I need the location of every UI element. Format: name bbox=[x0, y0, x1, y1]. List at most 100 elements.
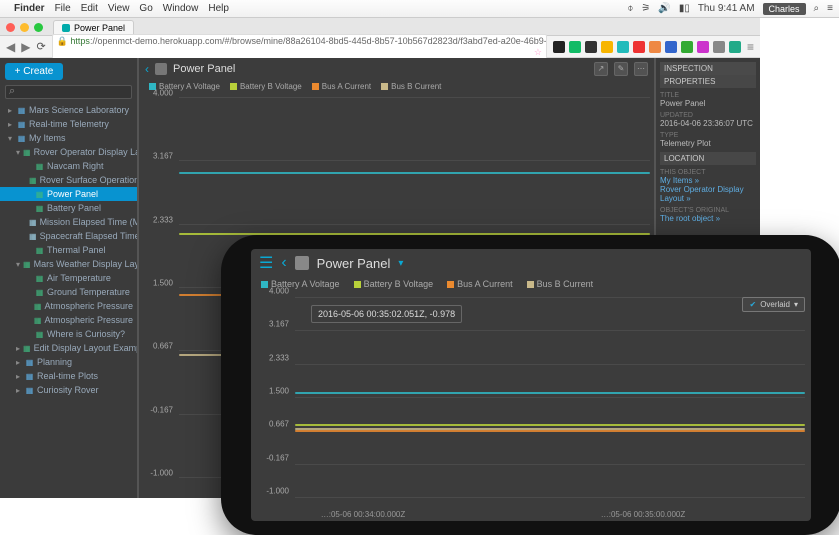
prop-title-value: Power Panel bbox=[660, 99, 756, 108]
tree-item[interactable]: ▦ Rover Surface Operations bbox=[0, 173, 137, 187]
extension-icon[interactable] bbox=[633, 41, 645, 53]
legend-item[interactable]: Battery B Voltage bbox=[354, 279, 434, 289]
battery-icon[interactable]: ▮▯ bbox=[679, 3, 690, 14]
caret-icon[interactable]: ▾ bbox=[16, 148, 20, 157]
dropdown-icon[interactable]: ▾ bbox=[398, 258, 403, 269]
swatch-icon bbox=[230, 83, 237, 90]
zoom-icon[interactable] bbox=[34, 23, 43, 32]
menu-button[interactable]: ⋯ bbox=[634, 62, 648, 76]
tree-item[interactable]: ▦ Atmospheric Pressure bbox=[0, 313, 137, 327]
hamburger-icon[interactable]: ☰ bbox=[259, 253, 273, 273]
extension-icon[interactable] bbox=[585, 41, 597, 53]
new-window-button[interactable]: ↗ bbox=[594, 62, 608, 76]
tree-item[interactable]: ▦ Atmospheric Pressure bbox=[0, 299, 137, 313]
minimize-icon[interactable] bbox=[20, 23, 29, 32]
clock[interactable]: Thu 9:41 AM bbox=[698, 3, 755, 14]
tab-title: Power Panel bbox=[74, 23, 125, 33]
forward-button[interactable]: ▶ bbox=[21, 40, 30, 54]
tree-item[interactable]: ▸ ▦ Real-time Plots bbox=[0, 369, 137, 383]
legend-item[interactable]: Bus A Current bbox=[447, 279, 513, 289]
tree-item[interactable]: ▦ Air Temperature bbox=[0, 271, 137, 285]
close-icon[interactable] bbox=[6, 23, 15, 32]
tree-item[interactable]: ▾ ▦ My Items bbox=[0, 131, 137, 145]
back-icon[interactable]: ‹ bbox=[281, 254, 286, 272]
tree-item[interactable]: ▦ Mission Elapsed Time (MET) bbox=[0, 215, 137, 229]
tree-item[interactable]: ▸ ▦ Edit Display Layout Example bbox=[0, 341, 137, 355]
menu-view[interactable]: View bbox=[108, 3, 130, 14]
caret-icon[interactable]: ▸ bbox=[16, 358, 22, 367]
tree-item[interactable]: ▦ Spacecraft Elapsed Time bbox=[0, 229, 137, 243]
tree-item[interactable]: ▦ Thermal Panel bbox=[0, 243, 137, 257]
folder-icon: ▦ bbox=[25, 358, 34, 367]
reload-button[interactable]: ⟳ bbox=[36, 40, 45, 53]
tree-item[interactable]: ▾ ▦ Rover Operator Display Layout bbox=[0, 145, 137, 159]
search-input[interactable] bbox=[5, 85, 132, 99]
tree-item[interactable]: ▦ Navcam Right bbox=[0, 159, 137, 173]
tree-item[interactable]: ▦ Ground Temperature bbox=[0, 285, 137, 299]
tree-label: Thermal Panel bbox=[47, 245, 106, 255]
spotlight-icon[interactable]: ⌕ bbox=[814, 3, 820, 14]
tree-item[interactable]: ▸ ▦ Mars Science Laboratory bbox=[0, 103, 137, 117]
swatch-icon bbox=[527, 281, 534, 288]
extension-icon[interactable] bbox=[729, 41, 741, 53]
extension-icon[interactable] bbox=[569, 41, 581, 53]
caret-icon[interactable]: ▸ bbox=[16, 344, 20, 353]
wifi-icon[interactable]: ⚞ bbox=[641, 3, 650, 14]
extension-icon[interactable] bbox=[697, 41, 709, 53]
plot-icon bbox=[295, 256, 309, 270]
legend-item[interactable]: Bus B Current bbox=[527, 279, 594, 289]
bluetooth-icon[interactable]: ⌽ bbox=[627, 3, 633, 14]
series-line bbox=[295, 428, 805, 430]
tree-item[interactable]: ▦ Power Panel bbox=[0, 187, 137, 201]
tree-label: Power Panel bbox=[47, 189, 98, 199]
menu-icon[interactable]: ≡ bbox=[747, 40, 754, 54]
tree-item[interactable]: ▾ ▦ Mars Weather Display Layout bbox=[0, 257, 137, 271]
menu-help[interactable]: Help bbox=[208, 3, 229, 14]
extension-icon[interactable] bbox=[553, 41, 565, 53]
legend-item[interactable]: Battery B Voltage bbox=[230, 82, 302, 91]
telemetry-plot[interactable]: 4.0003.1672.3331.5000.667-0.167-1.000 20… bbox=[251, 291, 811, 521]
location-link[interactable]: The root object » bbox=[660, 214, 756, 223]
user-menu[interactable]: Charles bbox=[763, 3, 806, 15]
caret-icon[interactable]: ▾ bbox=[16, 260, 20, 269]
caret-icon[interactable]: ▸ bbox=[8, 120, 14, 129]
back-icon[interactable]: ‹ bbox=[145, 62, 149, 76]
menu-edit[interactable]: Edit bbox=[81, 3, 98, 14]
tree-item[interactable]: ▦ Battery Panel bbox=[0, 201, 137, 215]
legend-item[interactable]: Bus A Current bbox=[312, 82, 371, 91]
back-button[interactable]: ◀ bbox=[6, 40, 15, 54]
tree-item[interactable]: ▸ ▦ Real-time Telemetry bbox=[0, 117, 137, 131]
caret-icon[interactable]: ▸ bbox=[8, 106, 14, 115]
caret-icon[interactable]: ▾ bbox=[8, 134, 14, 143]
volume-icon[interactable]: 🔊 bbox=[658, 3, 670, 14]
extension-icon[interactable] bbox=[681, 41, 693, 53]
overlay-mode-selector[interactable]: ✔ Overlaid ▾ bbox=[742, 297, 805, 312]
extension-icon[interactable] bbox=[649, 41, 661, 53]
app-name[interactable]: Finder bbox=[14, 3, 45, 14]
phone-screen: ☰ ‹ Power Panel ▾ Battery A VoltageBatte… bbox=[251, 249, 811, 521]
menu-window[interactable]: Window bbox=[163, 3, 199, 14]
caret-icon[interactable]: ▸ bbox=[16, 386, 22, 395]
edit-button[interactable]: ✎ bbox=[614, 62, 628, 76]
legend-item[interactable]: Bus B Current bbox=[381, 82, 441, 91]
extension-icon[interactable] bbox=[665, 41, 677, 53]
url-field[interactable]: 🔒 https://openmct-demo.herokuapp.com/#/b… bbox=[52, 34, 547, 60]
tree-item[interactable]: ▦ Where is Curiosity? bbox=[0, 327, 137, 341]
location-link[interactable]: Rover Operator Display Layout » bbox=[660, 185, 756, 203]
menu-file[interactable]: File bbox=[55, 3, 71, 14]
prop-updated-value: 2016-04-06 23:36:07 UTC bbox=[660, 119, 756, 128]
sidebar: + Create ▸ ▦ Mars Science Laboratory▸ ▦ … bbox=[0, 58, 137, 498]
caret-icon[interactable]: ▸ bbox=[16, 372, 22, 381]
extension-icon[interactable] bbox=[713, 41, 725, 53]
create-button[interactable]: + Create bbox=[5, 63, 63, 80]
browser-tab[interactable]: Power Panel bbox=[53, 20, 134, 35]
tree-item[interactable]: ▸ ▦ Planning bbox=[0, 355, 137, 369]
folder-icon: ▦ bbox=[17, 134, 26, 143]
menu-go[interactable]: Go bbox=[139, 3, 152, 14]
notification-icon[interactable]: ≡ bbox=[827, 3, 833, 14]
extension-icon[interactable] bbox=[601, 41, 613, 53]
extension-icon[interactable] bbox=[617, 41, 629, 53]
location-link[interactable]: My Items » bbox=[660, 176, 756, 185]
tree-item[interactable]: ▸ ▦ Curiosity Rover bbox=[0, 383, 137, 397]
star-icon[interactable]: ☆ bbox=[534, 47, 542, 58]
